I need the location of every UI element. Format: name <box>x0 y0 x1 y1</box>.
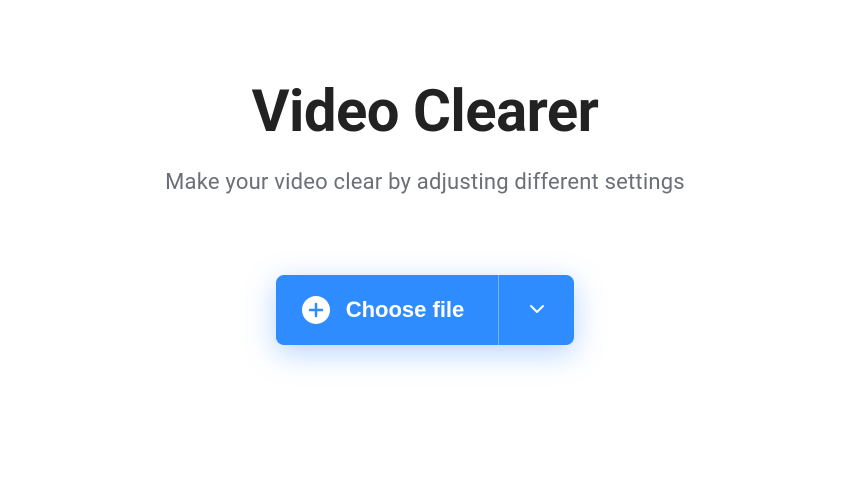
chevron-down-icon <box>528 300 546 321</box>
plus-icon <box>302 296 330 324</box>
page-title: Video Clearer <box>252 78 599 146</box>
choose-file-label: Choose file <box>346 297 465 323</box>
hero-section: Video Clearer Make your video clear by a… <box>0 0 850 503</box>
choose-file-button[interactable]: Choose file <box>276 275 499 345</box>
upload-source-dropdown-button[interactable] <box>498 275 574 345</box>
upload-button-group: Choose file <box>276 275 575 345</box>
page-subtitle: Make your video clear by adjusting diffe… <box>165 170 685 195</box>
